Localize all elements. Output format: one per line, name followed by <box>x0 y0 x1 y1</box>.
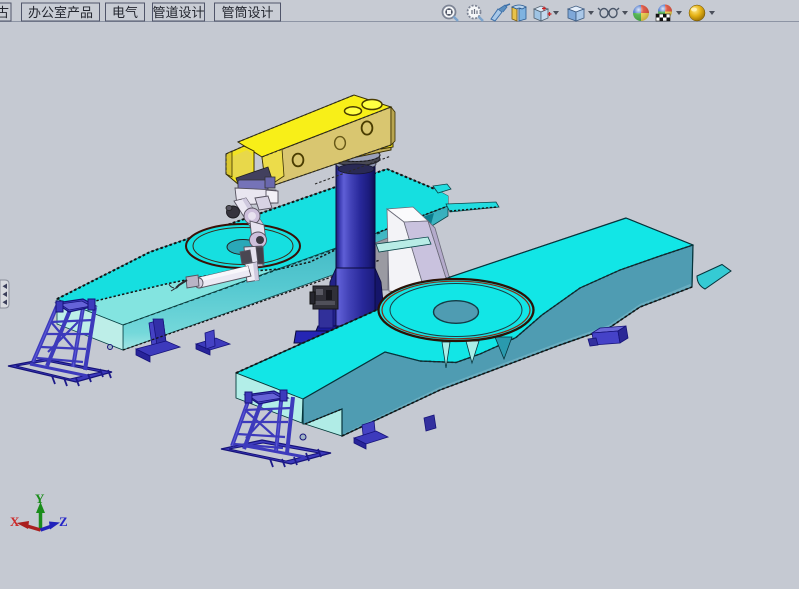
svg-text:办公室产品: 办公室产品 <box>28 5 93 20</box>
svg-text:Y: Y <box>35 491 45 506</box>
svg-text:Z: Z <box>59 514 68 529</box>
svg-text:电气: 电气 <box>112 5 138 20</box>
svg-text:管道设计: 管道设计 <box>152 5 204 20</box>
svg-text:古: 古 <box>0 5 9 20</box>
svg-text:X: X <box>10 514 20 529</box>
svg-text:管筒设计: 管筒设计 <box>221 5 273 20</box>
